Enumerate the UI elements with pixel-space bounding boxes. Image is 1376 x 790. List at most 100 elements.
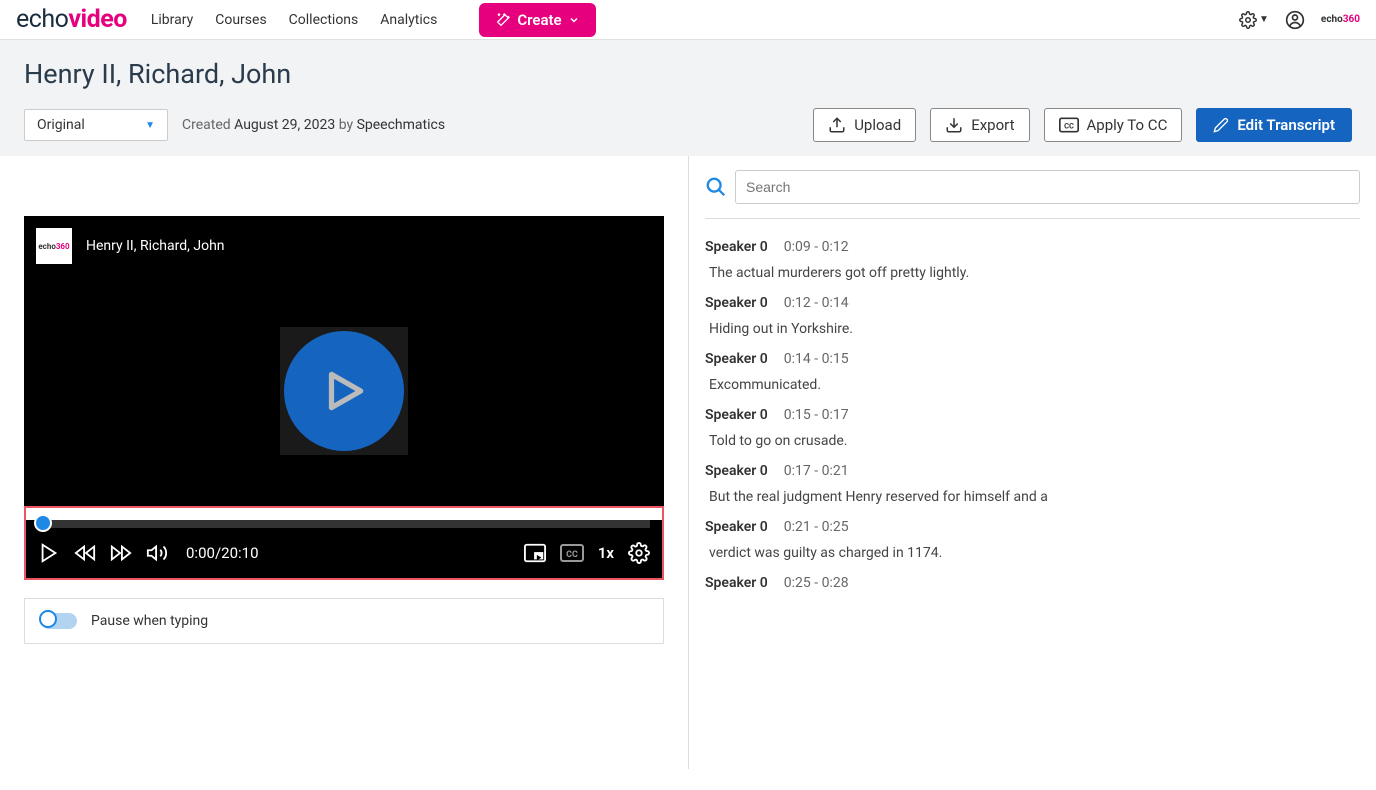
time-range: 0:25 - 0:28	[784, 575, 849, 591]
transcript-text: The actual murderers got off pretty ligh…	[705, 265, 1352, 281]
content: echo360 Henry II, Richard, John	[0, 156, 1376, 769]
gear-icon	[1239, 11, 1257, 29]
transcript-entry[interactable]: Speaker 0 0:21 - 0:25 verdict was guilty a…	[705, 519, 1352, 561]
dropdown-label: Original	[37, 117, 85, 133]
time-display: 0:00/20:10	[186, 544, 259, 562]
play-overlay-button[interactable]	[284, 331, 404, 451]
time-range: 0:17 - 0:21	[784, 463, 849, 479]
progress-bar[interactable]	[38, 520, 650, 528]
forward-icon	[110, 542, 132, 564]
nav-library[interactable]: Library	[151, 12, 193, 28]
pause-typing-row: Pause when typing	[24, 598, 664, 644]
cc-icon: CC	[560, 544, 584, 562]
controls-highlighted: 0:00/20:10 CC 1x	[24, 506, 664, 580]
create-button[interactable]: Create	[479, 3, 595, 37]
pause-typing-label: Pause when typing	[91, 613, 208, 629]
speaker-label: Speaker 0	[705, 351, 768, 367]
transcript-entry[interactable]: Speaker 0 0:12 - 0:14 Hiding out in Yorksh…	[705, 295, 1352, 337]
transcript-text: Excommunicated.	[705, 377, 1352, 393]
controls-row: 0:00/20:10 CC 1x	[26, 528, 662, 578]
time-range: 0:14 - 0:15	[784, 351, 849, 367]
export-button[interactable]: Export	[930, 108, 1029, 142]
upload-icon	[828, 116, 846, 134]
svg-text:CC: CC	[1064, 121, 1074, 130]
apply-cc-button[interactable]: CC Apply To CC	[1044, 108, 1183, 142]
speaker-label: Speaker 0	[705, 463, 768, 479]
pip-button[interactable]	[524, 543, 546, 563]
transcript-text: Told to go on crusade.	[705, 433, 1352, 449]
time-range: 0:09 - 0:12	[784, 239, 849, 255]
edit-transcript-label: Edit Transcript	[1237, 116, 1335, 134]
settings-dropdown[interactable]: ▼	[1239, 11, 1269, 29]
chevron-down-icon	[568, 14, 580, 26]
play-button[interactable]	[38, 542, 60, 564]
search-input[interactable]	[735, 170, 1360, 204]
user-circle-icon	[1285, 10, 1305, 30]
export-label: Export	[971, 116, 1014, 134]
speaker-label: Speaker 0	[705, 407, 768, 423]
nav-analytics[interactable]: Analytics	[380, 12, 437, 28]
time-range: 0:21 - 0:25	[784, 519, 849, 535]
transcript-text: But the real judgment Henry reserved for…	[705, 489, 1352, 505]
transcript-entry[interactable]: Speaker 0 0:14 - 0:15 Excommunicated.	[705, 351, 1352, 393]
time-range: 0:12 - 0:14	[784, 295, 849, 311]
play-icon	[38, 542, 60, 564]
nav-right: ▼ echo360	[1239, 10, 1360, 30]
toggle-knob	[39, 610, 57, 628]
transcript-entry[interactable]: Speaker 0 0:25 - 0:28	[705, 575, 1352, 591]
speaker-label: Speaker 0	[705, 575, 768, 591]
search-icon	[705, 176, 727, 198]
version-dropdown[interactable]: Original ▼	[24, 109, 168, 141]
nav-courses[interactable]: Courses	[215, 12, 266, 28]
gear-icon	[628, 542, 650, 564]
apply-cc-label: Apply To CC	[1087, 116, 1168, 134]
video-wrapper: echo360 Henry II, Richard, John	[0, 156, 688, 590]
cc-icon: CC	[1059, 117, 1079, 133]
edit-transcript-button[interactable]: Edit Transcript	[1196, 108, 1352, 142]
header-section: Henry II, Richard, John Original ▼ Creat…	[0, 40, 1376, 156]
nav-links: Library Courses Collections Analytics Cr…	[151, 3, 596, 37]
forward-button[interactable]	[110, 542, 132, 564]
play-icon	[319, 366, 369, 416]
magic-wand-icon	[495, 12, 511, 28]
upload-label: Upload	[854, 116, 901, 134]
video-source-logo: echo360	[36, 228, 72, 264]
speaker-label: Speaker 0	[705, 295, 768, 311]
volume-button[interactable]	[146, 542, 168, 564]
transcript-text: Hiding out in Yorkshire.	[705, 321, 1352, 337]
cc-button[interactable]: CC	[560, 544, 584, 562]
pause-typing-toggle[interactable]	[41, 613, 77, 629]
speed-button[interactable]: 1x	[598, 544, 614, 562]
upload-button[interactable]: Upload	[813, 108, 916, 142]
speaker-label: Speaker 0	[705, 519, 768, 535]
volume-icon	[146, 542, 168, 564]
svg-text:CC: CC	[566, 550, 578, 560]
progress-handle[interactable]	[34, 514, 52, 532]
left-panel: echo360 Henry II, Richard, John	[0, 156, 688, 769]
transcript-text: verdict was guilty as charged in 1174.	[705, 545, 1352, 561]
header-row: Original ▼ Created August 29, 2023 by Sp…	[24, 108, 1352, 142]
search-row	[705, 170, 1360, 219]
logo[interactable]: echovideo	[16, 5, 127, 34]
account-button[interactable]	[1285, 10, 1305, 30]
pip-icon	[524, 543, 546, 563]
transcript-entry[interactable]: Speaker 00:09 - 0:12The actual murderers…	[705, 239, 1352, 281]
video-title-bar: echo360 Henry II, Richard, John	[24, 216, 664, 276]
rewind-button[interactable]	[74, 542, 96, 564]
created-text: Created August 29, 2023 by Speechmatics	[182, 117, 445, 133]
transcript-entry[interactable]: Speaker 0 0:17 - 0:21 But the real judgmen…	[705, 463, 1352, 505]
rewind-icon	[74, 542, 96, 564]
settings-button[interactable]	[628, 542, 650, 564]
mini-logo: echo360	[1321, 14, 1360, 25]
time-range: 0:15 - 0:17	[784, 407, 849, 423]
nav-collections[interactable]: Collections	[289, 12, 359, 28]
video-title: Henry II, Richard, John	[86, 238, 225, 254]
download-icon	[945, 116, 963, 134]
video-main[interactable]	[24, 276, 664, 506]
transcript-list[interactable]: Speaker 0 0:09 - 0:12 The actual murderers…	[705, 239, 1360, 769]
pencil-icon	[1213, 117, 1229, 133]
page-title: Henry II, Richard, John	[24, 58, 1352, 90]
transcript-entry[interactable]: Speaker 0 0:15 - 0:17 Told to go on crusad…	[705, 407, 1352, 449]
video-player: echo360 Henry II, Richard, John	[24, 216, 664, 506]
right-panel: Speaker 0 0:09 - 0:12 The actual murderers…	[688, 156, 1376, 769]
